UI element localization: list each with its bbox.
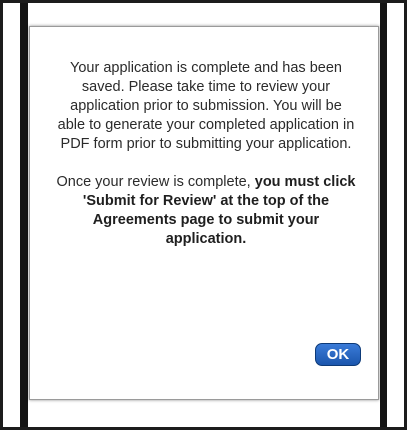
backdrop-right-edge (380, 3, 390, 427)
dialog-message-paragraph-1: Your application is complete and has bee… (57, 60, 355, 152)
dialog-message-paragraph-2: Once your review is complete, you must c… (56, 173, 356, 249)
backdrop-left-edge (3, 3, 28, 427)
dialog-message: Your application is complete and has bee… (56, 59, 356, 249)
dialog-message-plain-text: Once your review is complete, (56, 174, 251, 190)
application-complete-dialog: Your application is complete and has bee… (29, 26, 379, 400)
ok-button[interactable]: OK (315, 343, 361, 366)
